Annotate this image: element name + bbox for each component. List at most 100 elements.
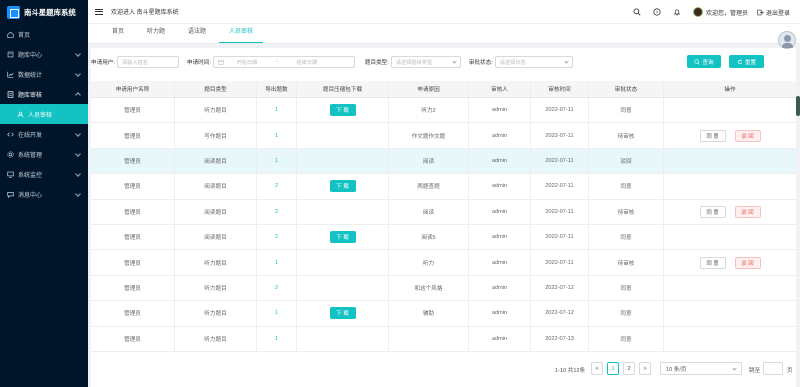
cell-reason: 阅读: [389, 199, 469, 224]
reset-button[interactable]: 重置: [729, 55, 764, 68]
table-row[interactable]: 管理员 阅读题目 2 下 载 阅读5 admin 2022-07-11 同意: [91, 224, 796, 251]
cell-auditor: admin: [469, 301, 531, 326]
status-select[interactable]: 请选择状态: [494, 56, 573, 68]
search-button[interactable]: 查询: [687, 55, 721, 68]
tab-3[interactable]: 人员审核: [219, 23, 264, 43]
table-row[interactable]: 管理员 听力题目 2 和这个风格 admin 2022-07-12 同意: [91, 275, 796, 302]
page-size-select[interactable]: 10 条/页: [660, 362, 742, 375]
cell-reason: 两题查题: [389, 174, 469, 199]
tab-0[interactable]: 首页: [102, 23, 134, 43]
cell-download: 下 载: [297, 174, 389, 199]
sidebar-item-5[interactable]: 系统管理: [0, 144, 88, 164]
pagination-total: 1-10 共12条: [555, 368, 586, 374]
jump-label: 跳至: [749, 368, 761, 374]
logo-icon: [7, 5, 20, 19]
cell-actions: [664, 276, 796, 300]
date-range-separator: ~: [275, 59, 279, 65]
cell-user: 管理员: [91, 250, 175, 275]
sidebar-item-1[interactable]: 题库中心: [0, 44, 88, 64]
cell-user: 管理员: [91, 326, 175, 351]
cell-actions: 同 意驳 回: [664, 250, 796, 274]
cell-count: 2: [257, 199, 297, 224]
column-header: 题目压缩包下载: [297, 81, 389, 97]
cell-time: 2022-07-11: [531, 123, 589, 148]
cell-reason: 和这个风格: [389, 275, 469, 301]
tab-2[interactable]: 语法题: [178, 23, 216, 43]
table-row[interactable]: 管理员 听力题目 1 admin 2022-07-13 同意: [91, 326, 796, 352]
cell-status: 待审核: [589, 199, 664, 224]
sidebar-item-0[interactable]: 首页: [0, 24, 88, 44]
cell-status: 待审核: [589, 250, 664, 275]
user-greeting[interactable]: 欢迎您，管理员: [706, 8, 748, 17]
download-button[interactable]: 下 载: [329, 231, 356, 244]
app-logo[interactable]: 南斗星题库系统: [0, 0, 88, 24]
chevron-down-icon: [75, 151, 81, 157]
cell-time: 2022-07-11: [531, 148, 589, 174]
type-label: 题目类型:: [364, 60, 389, 66]
cell-user: 管理员: [91, 148, 175, 174]
jump-unit: 页: [787, 368, 793, 374]
sidebar-item-7[interactable]: 消息中心: [0, 184, 88, 204]
page-1-button[interactable]: 1: [607, 362, 619, 375]
approve-button[interactable]: 同 意: [699, 129, 726, 142]
message-icon: [7, 191, 14, 198]
cell-count: 2: [257, 174, 297, 199]
menu-toggle-icon[interactable]: [95, 8, 103, 15]
sidebar-item-4[interactable]: 在线开发: [0, 124, 88, 144]
search-icon[interactable]: [633, 8, 642, 17]
cell-actions: 同 意驳 回: [664, 200, 796, 224]
reject-button[interactable]: 驳 回: [734, 129, 761, 142]
table-row[interactable]: 管理员 阅读题目 2 下 载 两题查题 admin 2022-07-11 同意: [91, 174, 796, 200]
cell-time: 2022-07-13: [531, 326, 589, 351]
help-icon[interactable]: ?: [653, 8, 662, 17]
sidebar-item-3[interactable]: 题库审核: [0, 84, 88, 104]
tab-1[interactable]: 听力题: [137, 23, 175, 43]
chevron-down-icon: [732, 366, 737, 371]
page-2-button[interactable]: 2: [623, 362, 635, 375]
type-select[interactable]: 请选择题目类型: [390, 56, 461, 68]
sidebar-item-2[interactable]: 数据统计: [0, 64, 88, 84]
sidebar-item-label: 题库审核: [18, 92, 43, 99]
reject-button[interactable]: 驳 回: [734, 256, 761, 269]
download-button[interactable]: 下 载: [329, 180, 356, 193]
cell-download: [297, 123, 389, 148]
cell-type: 阅读题目: [175, 174, 257, 199]
chevron-down-icon: [75, 51, 81, 57]
jump-page-input[interactable]: [763, 362, 783, 375]
cell-reason: 听力2: [389, 98, 469, 123]
gear-icon: [7, 150, 14, 158]
sidebar-item-6[interactable]: 系统监控: [0, 164, 88, 184]
approve-button[interactable]: 同 意: [699, 256, 726, 269]
applicant-input[interactable]: 请输入姓名: [116, 56, 179, 68]
next-page-button[interactable]: >: [639, 362, 651, 375]
scrollbar[interactable]: [796, 96, 800, 116]
cell-auditor: admin: [469, 148, 531, 174]
table-row[interactable]: 管理员 听力题目 1 下 载 辅助 admin 2022-07-12 同意: [91, 301, 796, 327]
approve-button[interactable]: 同 意: [699, 205, 726, 218]
prev-page-button[interactable]: <: [591, 362, 603, 375]
cell-count: 1: [257, 250, 297, 275]
cell-status: 同意: [589, 326, 664, 351]
sidebar-subitem-label: 人员审核: [28, 112, 53, 119]
cell-type: 听力题目: [175, 275, 257, 301]
bell-icon[interactable]: [673, 8, 682, 17]
cell-user: 管理员: [91, 301, 175, 326]
cell-auditor: admin: [469, 199, 531, 224]
download-button[interactable]: 下 载: [329, 104, 356, 117]
cell-auditor: admin: [469, 275, 531, 301]
logout-button[interactable]: 退出登录: [757, 8, 790, 17]
cell-type: 阅读题目: [175, 148, 257, 174]
table-row[interactable]: 管理员 听力题目 1 听力 admin 2022-07-11 待审核同 意驳 回: [91, 250, 796, 276]
sidebar-subitem-0[interactable]: 人员审核: [0, 104, 88, 124]
table-row[interactable]: 管理员 阅读题目 2 阅读 admin 2022-07-11 待审核同 意驳 回: [91, 199, 796, 225]
table-row[interactable]: 管理员 写作题目 1 作文题作文题 admin 2022-07-11 待审核同 意驳 回: [91, 123, 796, 149]
table-row[interactable]: 管理员 阅读题目 1 阅读 admin 2022-07-11 驳回: [91, 148, 796, 175]
cell-actions: [664, 98, 796, 122]
column-header: 题目类型: [175, 81, 257, 97]
user-avatar[interactable]: [692, 7, 703, 17]
download-button[interactable]: 下 载: [329, 307, 356, 320]
table-row[interactable]: 管理员 听力题目 1 下 载 听力2 admin 2022-07-11 同意: [91, 98, 796, 124]
date-range-input[interactable]: 开始日期 ~ 结束日期: [212, 56, 355, 68]
reject-button[interactable]: 驳 回: [734, 205, 761, 218]
floating-avatar-icon[interactable]: [778, 31, 796, 49]
